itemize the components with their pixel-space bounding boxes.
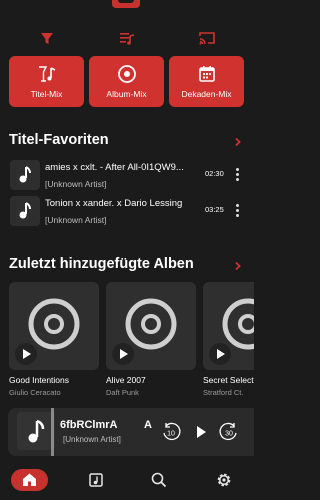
cast-icon[interactable] [197, 28, 217, 48]
player-artist: [Unknown Artist] [63, 435, 121, 444]
play-button[interactable] [192, 423, 210, 441]
gear-icon [217, 473, 231, 487]
track-row[interactable]: Tonion x xander. x Dario Lessing [Unknow… [0, 194, 254, 230]
play-icon[interactable] [209, 343, 231, 365]
dekaden-mix-label: Dekaden-Mix [181, 89, 232, 99]
album-card[interactable]: Secret Select Stratford Ct. [203, 282, 254, 402]
rewind-10-button[interactable]: 10 [160, 421, 182, 443]
track-thumbnail [10, 196, 40, 226]
nav-home[interactable] [11, 469, 48, 491]
nav-search[interactable] [149, 470, 169, 490]
top-toolbar [0, 28, 254, 48]
player-title: 6fbRClmrA [60, 419, 118, 431]
app-logo [112, 0, 140, 8]
rewind-seconds: 10 [167, 431, 175, 438]
track-row[interactable]: amies x cxlt. - After All-0I1QW9... [Unk… [0, 158, 254, 194]
library-icon [89, 473, 103, 487]
play-icon [197, 426, 206, 438]
more-options-icon[interactable] [234, 167, 240, 183]
filter-icon[interactable] [37, 28, 57, 48]
album-title: Alive 2007 [106, 375, 146, 385]
more-options-icon[interactable] [234, 203, 240, 219]
player-title-marquee: A [144, 419, 152, 431]
calendar-icon [197, 64, 217, 84]
bottom-navigation [0, 466, 254, 500]
album-title: Secret Select [203, 375, 254, 385]
nav-library[interactable] [86, 470, 106, 490]
album-cover [203, 282, 254, 370]
forward-seconds: 30 [225, 431, 233, 438]
player-artwork [17, 412, 55, 450]
track-thumbnail [10, 160, 40, 190]
album-mix-button[interactable]: Album-Mix [89, 56, 164, 107]
music-note-icon [18, 166, 32, 184]
forward-icon: 30 [219, 422, 237, 441]
track-duration: 03:25 [205, 205, 224, 214]
favorites-chevron-icon[interactable] [233, 137, 243, 147]
track-artist: [Unknown Artist] [45, 215, 107, 225]
mini-player[interactable]: 6fbRClmrA A [Unknown Artist] 10 30 [8, 408, 254, 456]
album-artist: Daft Punk [106, 388, 139, 397]
track-duration: 02:30 [205, 169, 224, 178]
queue-icon[interactable] [117, 28, 137, 48]
music-mix-icon [37, 64, 57, 84]
search-icon [151, 472, 167, 488]
disc-icon [117, 64, 137, 84]
titel-mix-label: Titel-Mix [30, 89, 63, 99]
recent-albums-title: Zuletzt hinzugefügte Alben [9, 256, 194, 272]
titel-mix-button[interactable]: Titel-Mix [9, 56, 84, 107]
play-icon[interactable] [112, 343, 134, 365]
progress-indicator [51, 408, 54, 456]
album-mix-label: Album-Mix [106, 89, 147, 99]
music-note-icon [28, 419, 45, 443]
album-title: Good Intentions [9, 375, 70, 385]
forward-30-button[interactable]: 30 [218, 421, 240, 443]
album-artist: Stratford Ct. [203, 388, 244, 397]
play-icon[interactable] [15, 343, 37, 365]
music-note-icon [18, 202, 32, 220]
dekaden-mix-button[interactable]: Dekaden-Mix [169, 56, 244, 107]
track-artist: [Unknown Artist] [45, 179, 107, 189]
rewind-icon: 10 [163, 422, 181, 441]
recent-albums-chevron-icon[interactable] [233, 261, 243, 271]
track-title: Tonion x xander. x Dario Lessing [45, 198, 183, 209]
album-artist: Giulio Ceracato [9, 388, 61, 397]
album-cover [9, 282, 99, 370]
favorites-title: Titel-Favoriten [9, 132, 109, 148]
album-cover [106, 282, 196, 370]
home-icon [23, 473, 36, 486]
nav-settings[interactable] [214, 470, 234, 490]
track-title: amies x cxlt. - After All-0I1QW9... [45, 162, 184, 173]
